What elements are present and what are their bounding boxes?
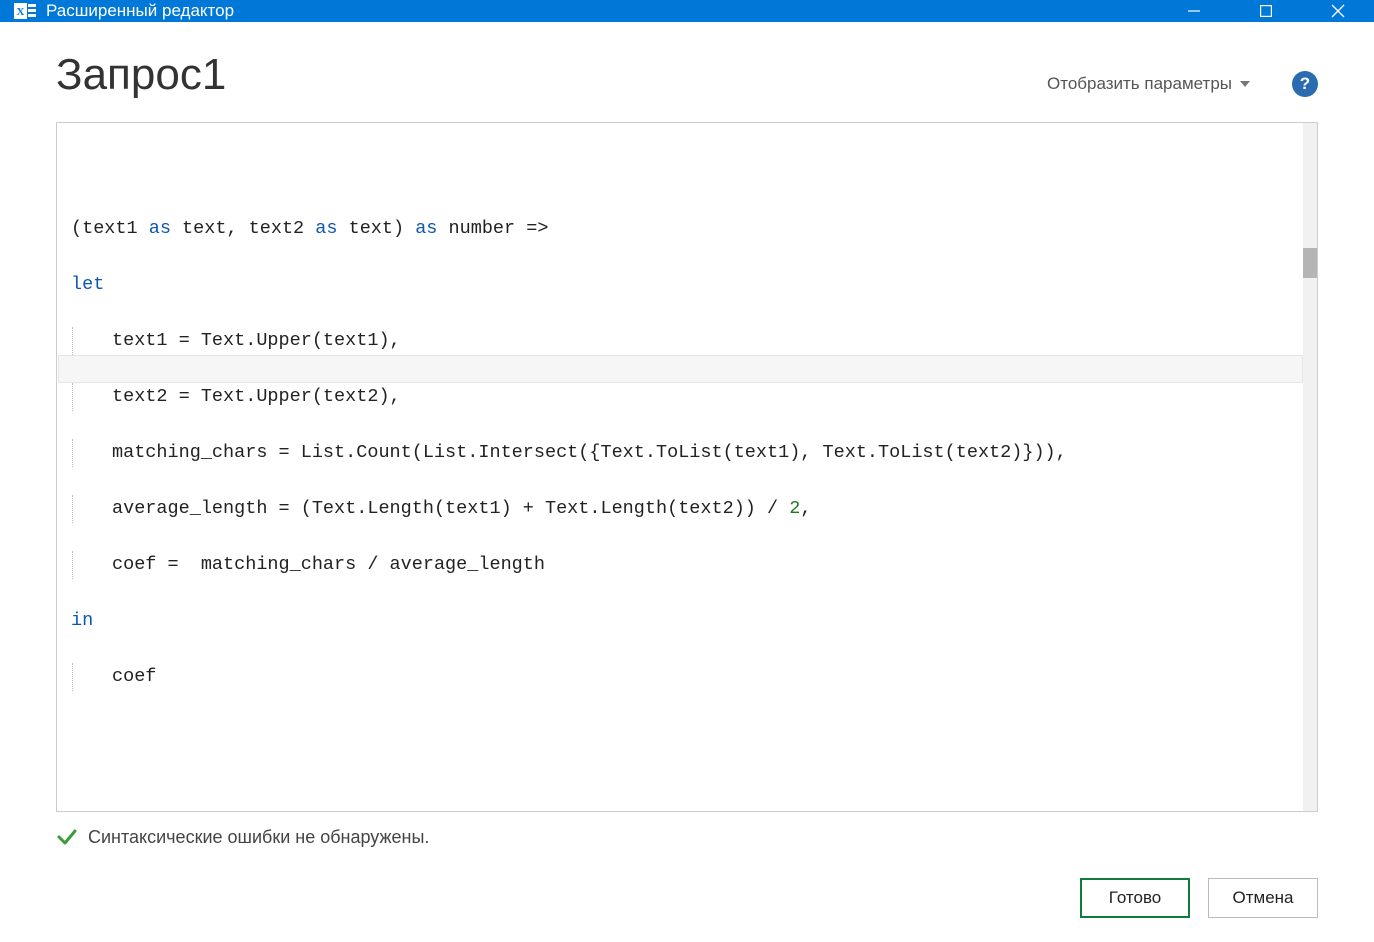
scrollbar-track[interactable]: [1303, 123, 1317, 811]
svg-text:X: X: [17, 6, 25, 18]
status-message: Синтаксические ошибки не обнаружены.: [88, 827, 429, 848]
excel-icon: X: [14, 0, 36, 22]
display-params-label: Отобразить параметры: [1047, 74, 1232, 94]
code-content: (text1 as text, text2 as text) as number…: [71, 187, 1303, 747]
code-editor[interactable]: (text1 as text, text2 as text) as number…: [56, 122, 1318, 812]
maximize-button[interactable]: [1230, 0, 1302, 22]
cancel-button[interactable]: Отмена: [1208, 878, 1318, 918]
minimize-button[interactable]: [1158, 0, 1230, 22]
window-title: Расширенный редактор: [46, 1, 234, 21]
check-icon: [56, 826, 78, 848]
titlebar: X Расширенный редактор: [0, 0, 1374, 22]
status-bar: Синтаксические ошибки не обнаружены.: [56, 826, 1318, 848]
display-params-dropdown[interactable]: Отобразить параметры: [1047, 74, 1250, 94]
page-title: Запрос1: [56, 50, 226, 100]
header-controls: Отобразить параметры ?: [1047, 71, 1318, 97]
content-area: Запрос1 Отобразить параметры ? (text1 as…: [0, 22, 1374, 942]
header-row: Запрос1 Отобразить параметры ?: [56, 50, 1318, 100]
help-icon[interactable]: ?: [1292, 71, 1318, 97]
close-button[interactable]: [1302, 0, 1374, 22]
done-button[interactable]: Готово: [1080, 878, 1190, 918]
window-controls: [1158, 0, 1374, 22]
button-row: Готово Отмена: [56, 848, 1318, 918]
scrollbar-thumb[interactable]: [1303, 248, 1317, 278]
chevron-down-icon: [1240, 81, 1250, 87]
